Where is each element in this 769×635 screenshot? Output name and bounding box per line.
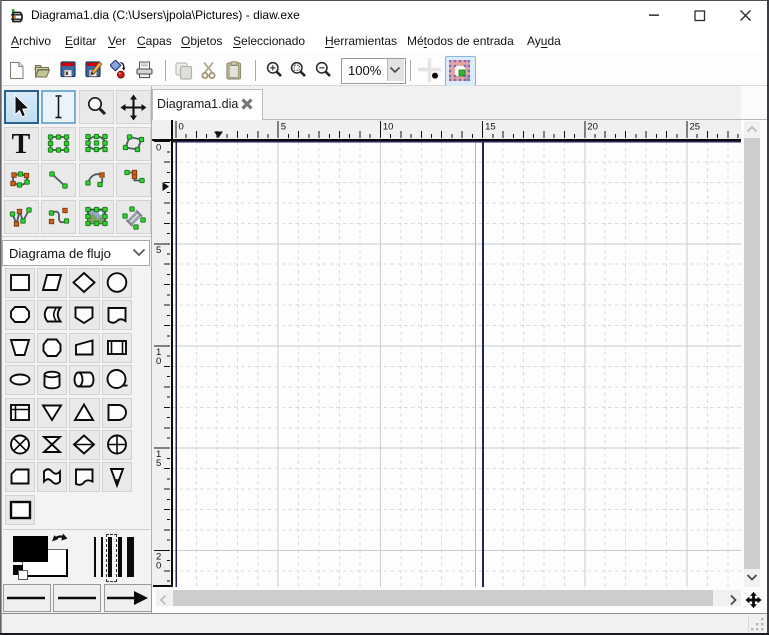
svg-text:15: 15 [485,122,496,133]
svg-text:0: 0 [156,356,161,367]
svg-text:25: 25 [690,122,701,133]
svg-text:5: 5 [156,245,161,256]
svg-text:10: 10 [383,122,394,133]
svg-text:0: 0 [179,122,184,133]
svg-text:20: 20 [587,122,598,133]
svg-text:0: 0 [156,143,161,154]
svg-text:5: 5 [156,458,161,469]
svg-text:0: 0 [156,560,161,571]
svg-text:T: T [11,129,30,160]
svg-text:5: 5 [281,122,286,133]
